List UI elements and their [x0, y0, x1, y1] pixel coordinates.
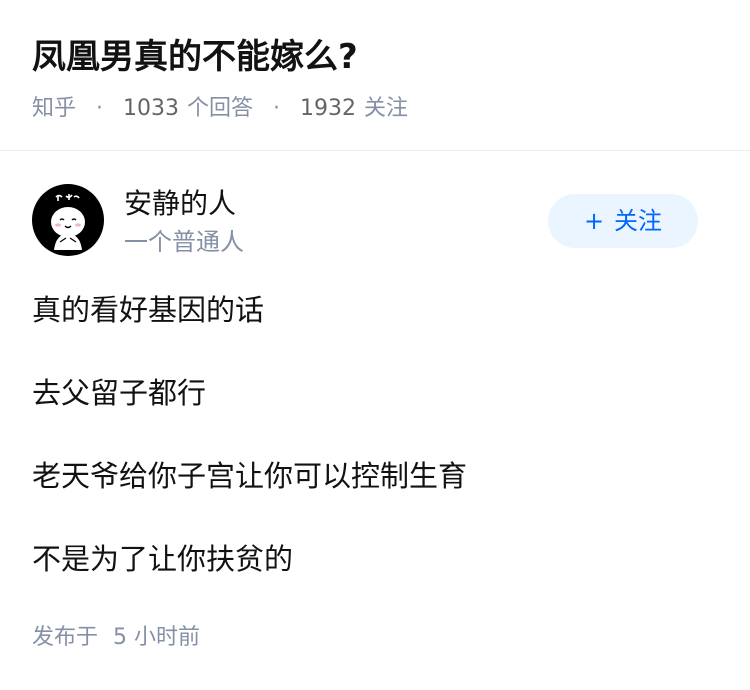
avatar[interactable]	[32, 184, 104, 256]
answer-paragraph: 真的看好基因的话	[32, 293, 265, 327]
question-meta: 知乎 · 1033 个回答 · 1932 关注	[32, 93, 408, 125]
answer-paragraph: 老天爷给你子宫让你可以控制生育	[32, 459, 468, 493]
source-label[interactable]: 知乎	[32, 93, 76, 125]
follow-button[interactable]: + 关注	[548, 194, 698, 248]
publish-time: 5 小时前	[113, 625, 201, 650]
answer-count: 1033	[123, 96, 180, 121]
header-divider	[0, 150, 750, 151]
author-bio: 一个普通人	[124, 228, 244, 256]
author-name[interactable]: 安静的人	[124, 186, 236, 222]
author-card: 安静的人 一个普通人 + 关注	[32, 184, 702, 260]
follower-count-label: 关注	[364, 96, 409, 121]
follow-button-label: 关注	[614, 207, 663, 235]
publish-label: 发布于	[32, 625, 99, 650]
answer-paragraph: 去父留子都行	[32, 376, 207, 410]
cartoon-face-icon	[51, 194, 85, 250]
answer-content: 真的看好基因的话 去父留子都行 老天爷给你子宫让你可以控制生育 不是为了让你扶贫…	[32, 290, 722, 622]
answer-paragraph: 不是为了让你扶贫的	[32, 542, 294, 576]
meta-separator: ·	[273, 96, 281, 121]
plus-icon: +	[583, 207, 605, 235]
answer-count-label: 个回答	[187, 96, 254, 121]
publish-info: 发布于 5 小时前	[32, 622, 200, 654]
question-title[interactable]: 凤凰男真的不能嫁么?	[32, 34, 358, 80]
meta-separator: ·	[96, 96, 104, 121]
follower-count: 1932	[300, 96, 357, 121]
